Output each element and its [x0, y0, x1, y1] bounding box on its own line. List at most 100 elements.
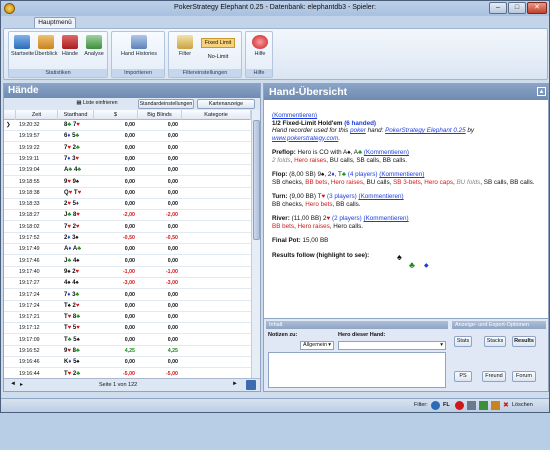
hand-row[interactable]: 19:19:22 7♥ 2♣ 0,00 0,00: [4, 143, 251, 154]
filter-icon: [177, 35, 193, 49]
card-display-button[interactable]: Kartenanzeige: [197, 99, 255, 109]
comment-link[interactable]: (Kommentieren): [272, 112, 317, 119]
next-page-icon[interactable]: ►: [232, 381, 238, 387]
flop-comment-link[interactable]: (Kommentieren): [379, 171, 424, 178]
hand-big-blinds: 0,00: [167, 291, 178, 298]
col-starthand[interactable]: Starthand: [58, 110, 94, 120]
hand-time: 19:17:40: [19, 268, 40, 275]
site-link[interactable]: www.pokerstrategy.com: [272, 135, 338, 142]
elephant-link[interactable]: PokerStrategy Elephant 0.25: [385, 127, 466, 134]
settings-icon[interactable]: [467, 401, 476, 410]
club-icon: ♣: [341, 171, 346, 178]
final-pot-value: 15,00 BB: [302, 237, 329, 244]
standard-settings-button[interactable]: Standardeinstellungen: [138, 99, 194, 109]
prev-page-icon[interactable]: ▸: [20, 381, 23, 388]
hands-icon: [62, 35, 78, 49]
final-pot-label: Final Pot:: [272, 237, 303, 244]
preflop-comment-link[interactable]: (Kommentieren): [364, 149, 409, 156]
hilfe-button[interactable]: Hilfe: [248, 35, 272, 57]
delete-button[interactable]: Löschen: [512, 402, 533, 408]
hand-big-blinds: 0,00: [167, 314, 178, 321]
card2-suit: ♣: [75, 133, 80, 140]
turn-comment-link[interactable]: (Kommentieren): [358, 193, 403, 200]
close-button[interactable]: ✕: [527, 2, 547, 14]
analyse-button[interactable]: Analyse: [82, 35, 106, 57]
hands-scrollbar[interactable]: [251, 110, 260, 378]
hand-dollar: 0,00: [124, 167, 135, 174]
folder-icon[interactable]: [491, 401, 500, 410]
col-zeit[interactable]: Zeit: [16, 110, 58, 120]
panel-scroll-icon[interactable]: ▲: [537, 87, 546, 96]
notes-textarea[interactable]: [268, 352, 446, 388]
hand-row[interactable]: 19:17:46 J♣ 4♠ 0,00 0,00: [4, 256, 251, 267]
col-big-blinds[interactable]: Big Blinds: [138, 110, 182, 120]
freeze-list-button[interactable]: ▦ Liste einfrieren: [68, 99, 126, 109]
ueberblick-button[interactable]: Überblick: [34, 35, 58, 57]
river-bb-bets: BB bets: [272, 222, 295, 230]
card2-suit: ♠: [76, 359, 80, 366]
hand-row[interactable]: 19:17:21 T♥ 8♣ 0,00 0,00: [4, 312, 251, 324]
scroll-thumb[interactable]: [253, 120, 260, 240]
game-line: 1/2 Fixed-Limit Hold'em: [272, 119, 345, 127]
ps-button[interactable]: PS: [454, 371, 472, 382]
hand-row[interactable]: 19:19:04 A♣ 4♣ 0,00 0,00: [4, 165, 251, 177]
poker-link[interactable]: poker: [350, 127, 366, 134]
river-comment-link[interactable]: (Kommentieren): [364, 215, 409, 222]
results-button[interactable]: Results: [512, 336, 536, 347]
card1-suit: ♥: [67, 325, 72, 332]
hand-row[interactable]: 19:18:02 7♥ 2♥ 0,00 0,00: [4, 222, 251, 233]
check-icon[interactable]: [479, 401, 488, 410]
hand-row[interactable]: 19:17:24 7♦ 3♣ 0,00 0,00: [4, 290, 251, 301]
export-icon[interactable]: [246, 380, 256, 390]
col-marker: [4, 110, 16, 120]
hand-row[interactable]: 19:17:24 T♠ 2♥ 0,00 0,00: [4, 301, 251, 312]
hand-row[interactable]: 19:17:49 A♦ A♣ 0,00 0,00: [4, 244, 251, 256]
card2-suit: ♣: [75, 144, 80, 151]
hand-row[interactable]: 19:17:12 T♥ 5♥ 0,00 0,00: [4, 323, 251, 335]
hand-time: 19:17:52: [19, 235, 40, 241]
hand-row[interactable]: 19:18:55 9♥ 9♠ 0,00 0,00: [4, 177, 251, 188]
hero-hand-select[interactable]: ▾: [338, 341, 446, 350]
hand-row[interactable]: 19:18:38 Q♥ T♥ 0,00 0,00: [4, 188, 251, 199]
fixed-limit-toggle[interactable]: Fixed Limit: [201, 38, 235, 48]
hand-row[interactable]: 19:17:52 2♦ 3♠ -0,50 -0,50: [4, 233, 251, 244]
hand-row[interactable]: 19:17:27 4♠ 4♠ -3,00 -3,00: [4, 278, 251, 290]
freund-button[interactable]: Freund: [482, 371, 506, 382]
starting-hand: 9♥ 9♠: [64, 177, 94, 188]
hand-row[interactable]: 19:18:33 2♥ 5♦ 0,00 0,00: [4, 199, 251, 211]
hand-histories-button[interactable]: Hand Histories: [116, 35, 162, 57]
startseite-button[interactable]: Startseite: [11, 35, 34, 57]
no-limit-toggle[interactable]: No-Limit: [201, 53, 235, 63]
hand-row[interactable]: 19:16:46 K♦ 5♠ 0,00 0,00: [4, 357, 251, 369]
stats-button[interactable]: Stats: [454, 336, 472, 347]
card1-suit: ♥: [67, 314, 72, 321]
tab-hauptmenue[interactable]: Hauptmenü: [34, 17, 76, 28]
title-bar: PokerStrategy Elephant 0.25 - Datenbank:…: [1, 1, 549, 16]
card2-suit: ♥: [75, 155, 79, 162]
hand-history-text: (Kommentieren) 1/2 Fixed-Limit Hold'em (…: [272, 112, 535, 270]
preflop-rest: , BU calls, SB calls, BB calls.: [326, 156, 408, 164]
hand-row[interactable]: 19:19:11 7♦ 3♥ 0,00 0,00: [4, 154, 251, 165]
stacks-button[interactable]: Stacks: [484, 336, 506, 347]
hand-row[interactable]: ❯ 19:20:32 8♣ 7♥ 0,00 0,00: [4, 120, 251, 131]
first-page-icon[interactable]: ◄: [10, 381, 16, 387]
hand-row[interactable]: 19:18:27 J♣ 8♥ -2,00 -2,00: [4, 210, 251, 222]
hand-dollar: 0,00: [124, 336, 135, 343]
hand-row[interactable]: 19:17:40 9♠ 2♥ -1,00 -1,00: [4, 267, 251, 278]
haende-button[interactable]: Hände: [60, 35, 80, 57]
forum-button[interactable]: Forum: [512, 371, 536, 382]
hand-time: 19:18:55: [19, 178, 40, 185]
notes-scope-select[interactable]: Allgemein ▾: [300, 341, 334, 350]
col-dollar[interactable]: $: [94, 110, 138, 120]
hand-row[interactable]: 19:19:57 6♦ 5♣ 0,00 0,00: [4, 131, 251, 143]
card2-suit: ♣: [76, 314, 81, 321]
river-heading: River:: [272, 215, 292, 222]
hand-row[interactable]: 19:16:52 9♥ 8♣ 4,25 4,25: [4, 346, 251, 357]
minimize-button[interactable]: –: [489, 2, 507, 14]
notes-area: Inhalt Anzeige- und Export-Optionen Noti…: [264, 318, 548, 391]
maximize-button[interactable]: □: [508, 2, 526, 14]
spade-icon: ♠: [347, 149, 351, 156]
filter-button[interactable]: Filter: [172, 35, 198, 57]
col-kategorie[interactable]: Kategorie: [182, 110, 251, 120]
hand-row[interactable]: 19:17:09 T♣ 5♠ 0,00 0,00: [4, 335, 251, 346]
